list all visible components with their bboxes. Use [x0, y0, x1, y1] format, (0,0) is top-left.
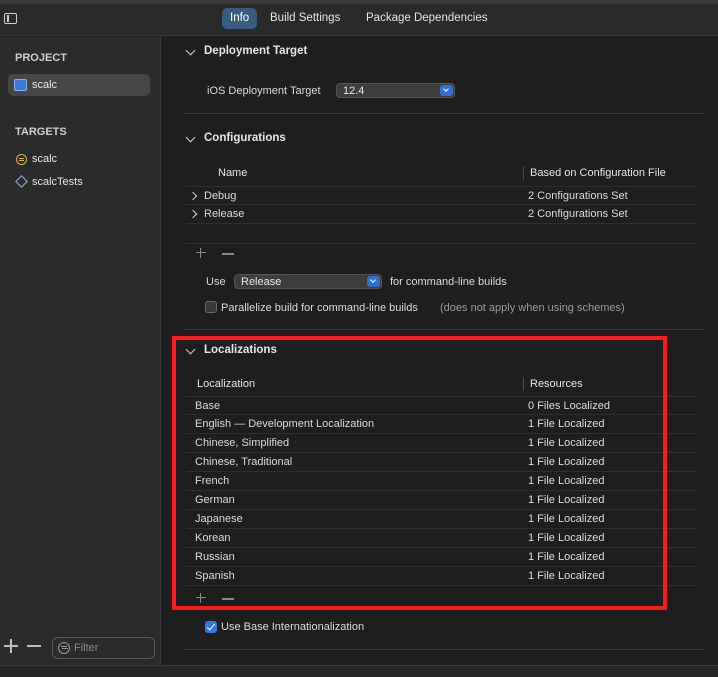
localization-resources: 1 File Localized — [528, 418, 605, 430]
localization-resources: 1 File Localized — [528, 475, 605, 487]
table-row[interactable]: Debug 2 Configurations Set — [186, 186, 696, 205]
localization-name: Korean — [195, 532, 231, 544]
remove-localization-button[interactable] — [222, 598, 234, 600]
ios-deployment-target-popup[interactable]: 12.4 — [336, 83, 455, 98]
sidebar-item-target-scalctests[interactable]: scalcTests — [8, 171, 150, 193]
project-icon — [14, 79, 27, 91]
deployment-target-title: Deployment Target — [204, 45, 308, 57]
table-row[interactable]: Spanish 1 File Localized — [186, 567, 696, 586]
table-row[interactable]: Base 0 Files Localized — [186, 396, 696, 415]
divider — [184, 113, 704, 114]
localization-name: Base — [195, 400, 221, 412]
add-target-button[interactable] — [4, 639, 18, 653]
targets-header: TARGETS — [15, 126, 67, 138]
localization-resources: 0 Files Localized — [528, 400, 610, 412]
sidebar-item-target-scalc[interactable]: scalc — [8, 148, 150, 170]
toolbar: Info Build Settings Package Dependencies — [0, 0, 718, 36]
table-row[interactable]: Chinese, Traditional 1 File Localized — [186, 453, 696, 472]
test-target-icon — [15, 175, 28, 188]
column-header-name[interactable]: Name — [218, 167, 247, 179]
project-navigator: PROJECT scalc TARGETS scalc scalcTests — [0, 37, 161, 665]
remove-configuration-button[interactable] — [222, 253, 234, 255]
remove-target-button[interactable] — [27, 645, 41, 647]
table-row[interactable]: Russian 1 File Localized — [186, 548, 696, 567]
chevron-right-icon[interactable] — [188, 209, 198, 219]
localization-resources: 1 File Localized — [528, 456, 605, 468]
project-header: PROJECT — [15, 52, 67, 64]
localization-resources: 1 File Localized — [528, 494, 605, 506]
tab-build-settings[interactable]: Build Settings — [262, 8, 348, 29]
status-bar — [0, 665, 718, 677]
localization-resources: 1 File Localized — [528, 513, 605, 525]
parallelize-note: (does not apply when using schemes) — [440, 302, 625, 314]
table-row[interactable]: German 1 File Localized — [186, 491, 696, 510]
localization-name: English — Development Localization — [195, 418, 375, 430]
table-row[interactable]: Release 2 Configurations Set — [186, 205, 696, 224]
chevron-up-down-icon — [367, 276, 380, 287]
use-base-internationalization-label: Use Base Internationalization — [221, 621, 365, 633]
use-suffix-label: for command-line builds — [390, 276, 507, 288]
project-editor: Deployment Target iOS Deployment Target … — [162, 37, 718, 665]
parallelize-label: Parallelize build for command-line build… — [221, 302, 418, 314]
table-row[interactable]: Japanese 1 File Localized — [186, 510, 696, 529]
configuration-value: 2 Configurations Set — [528, 190, 628, 202]
add-configuration-button[interactable] — [196, 248, 206, 258]
table-row[interactable]: Chinese, Simplified 1 File Localized — [186, 434, 696, 453]
localization-name: Chinese, Simplified — [195, 437, 290, 449]
column-header-based-on[interactable]: Based on Configuration File — [530, 167, 666, 179]
filter-icon — [58, 642, 70, 654]
localization-resources: 1 File Localized — [528, 532, 605, 544]
tab-package-dependencies[interactable]: Package Dependencies — [358, 8, 495, 29]
window-top-edge — [0, 0, 718, 4]
chevron-down-icon[interactable] — [185, 132, 196, 143]
chevron-right-icon[interactable] — [188, 191, 198, 201]
table-row[interactable]: Korean 1 File Localized — [186, 529, 696, 548]
sidebar-item-project-scalc[interactable]: scalc — [8, 74, 150, 96]
localization-name: Spanish — [195, 570, 235, 582]
filter-field[interactable] — [52, 637, 155, 659]
sidebar-footer — [0, 635, 161, 665]
parallelize-checkbox[interactable] — [205, 301, 217, 313]
ios-deployment-target-label: iOS Deployment Target — [207, 85, 321, 97]
sidebar-toggle-icon[interactable] — [4, 13, 17, 24]
divider — [184, 329, 704, 330]
command-line-configuration-popup[interactable]: Release — [234, 274, 382, 289]
tab-info[interactable]: Info — [222, 8, 258, 29]
localization-name: German — [195, 494, 235, 506]
sidebar-item-label: scalc — [32, 79, 58, 91]
command-line-configuration-value: Release — [241, 276, 282, 288]
configurations-title: Configurations — [204, 132, 286, 144]
localizations-title: Localizations — [204, 344, 277, 356]
configuration-name: Debug — [204, 190, 237, 202]
filter-input[interactable] — [74, 640, 152, 656]
chevron-down-icon[interactable] — [185, 45, 196, 56]
localization-name: Russian — [195, 551, 235, 563]
localization-name: Chinese, Traditional — [195, 456, 293, 468]
table-row[interactable]: English — Development Localization 1 File… — [186, 415, 696, 434]
configuration-value: 2 Configurations Set — [528, 208, 628, 220]
column-header-resources[interactable]: Resources — [530, 378, 583, 390]
chevron-up-down-icon — [440, 85, 453, 96]
table-row[interactable]: French 1 File Localized — [186, 472, 696, 491]
sidebar-item-label: scalcTests — [32, 176, 83, 188]
column-header-localization[interactable]: Localization — [197, 378, 255, 390]
localization-name: Japanese — [195, 513, 243, 525]
configuration-name: Release — [204, 208, 245, 220]
chevron-down-icon[interactable] — [185, 344, 196, 355]
add-localization-button[interactable] — [196, 593, 206, 603]
app-target-icon — [16, 154, 27, 165]
column-separator — [523, 166, 524, 180]
sidebar-item-label: scalc — [32, 153, 58, 165]
ios-deployment-target-value: 12.4 — [343, 85, 365, 97]
localization-resources: 1 File Localized — [528, 437, 605, 449]
localization-resources: 1 File Localized — [528, 570, 605, 582]
use-label: Use — [206, 276, 226, 288]
localization-name: French — [195, 475, 230, 487]
use-base-internationalization-checkbox[interactable] — [205, 621, 217, 633]
divider — [186, 243, 696, 244]
localization-resources: 1 File Localized — [528, 551, 605, 563]
divider — [184, 649, 704, 650]
column-separator — [523, 377, 524, 391]
